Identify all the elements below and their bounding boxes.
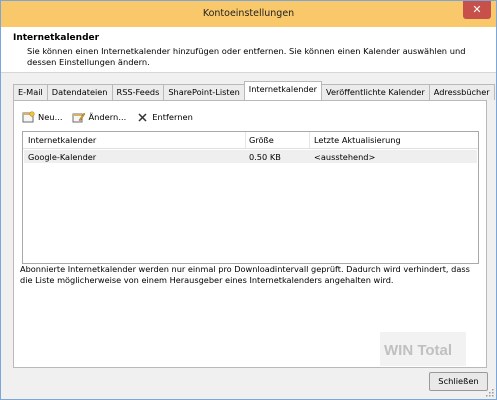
tab-sharepoint-lists[interactable]: SharePoint-Listen <box>163 84 245 100</box>
tab-address-books[interactable]: Adressbücher <box>428 84 495 100</box>
tab-rss-feeds[interactable]: RSS-Feeds <box>111 84 165 100</box>
table-row[interactable]: Google-Kalender 0.50 KB <ausstehend> <box>24 150 477 163</box>
header-title: Internetkalender <box>13 33 100 43</box>
window-title: Kontoeinstellungen <box>202 8 295 19</box>
column-header-size[interactable]: Größe <box>249 135 274 145</box>
tab-data-files[interactable]: Datendateien <box>46 84 113 100</box>
dialog-window: Kontoeinstellungen ✕ Internetkalender Si… <box>0 0 497 400</box>
title-bar[interactable]: Kontoeinstellungen ✕ <box>1 1 496 27</box>
tab-internet-calendars[interactable]: Internetkalender <box>243 81 323 100</box>
window-close-button[interactable]: ✕ <box>463 1 491 19</box>
close-button[interactable]: Schließen <box>429 372 488 391</box>
header-description: Sie können einen Internetkalender hinzuf… <box>27 46 466 67</box>
change-button[interactable]: Ändern... <box>72 111 126 124</box>
cell-last-update: <ausstehend> <box>314 152 376 162</box>
toolbar: Neu... Ändern... Entfernen <box>22 109 203 125</box>
new-button-label: Neu... <box>38 112 63 122</box>
column-divider[interactable] <box>309 132 310 148</box>
tab-strip: E-Mail Datendateien RSS-Feeds SharePoint… <box>13 81 495 100</box>
new-button[interactable]: Neu... <box>22 110 63 124</box>
change-button-label: Ändern... <box>88 112 127 122</box>
info-text: Abonnierte Internetkalender werden nur e… <box>20 264 470 285</box>
remove-button[interactable]: Entfernen <box>136 111 193 124</box>
svg-text:WIN Total: WIN Total <box>384 342 452 359</box>
new-calendar-icon <box>22 110 35 124</box>
column-header-last-update[interactable]: Letzte Aktualisierung <box>314 135 401 145</box>
win-total-watermark: WIN Total <box>380 332 466 366</box>
cell-calendar-name: Google-Kalender <box>28 152 97 162</box>
remove-x-icon <box>136 111 149 124</box>
tab-panel: Neu... Ändern... Entfernen Internetkalen… <box>13 100 487 368</box>
tab-email[interactable]: E-Mail <box>13 84 48 100</box>
column-header-calendar[interactable]: Internetkalender <box>28 135 96 145</box>
tab-published-calendars[interactable]: Veröffentlichte Kalender <box>321 84 430 100</box>
dialog-header: Internetkalender Sie können einen Intern… <box>1 27 496 73</box>
edit-calendar-icon <box>72 111 86 124</box>
resize-grip-icon[interactable] <box>486 389 494 397</box>
list-header: Internetkalender Größe Letzte Aktualisie… <box>23 132 478 149</box>
calendar-list[interactable]: Internetkalender Größe Letzte Aktualisie… <box>22 131 479 264</box>
column-divider[interactable] <box>245 132 246 148</box>
remove-button-label: Entfernen <box>152 112 193 122</box>
cell-size: 0.50 KB <box>249 152 281 162</box>
